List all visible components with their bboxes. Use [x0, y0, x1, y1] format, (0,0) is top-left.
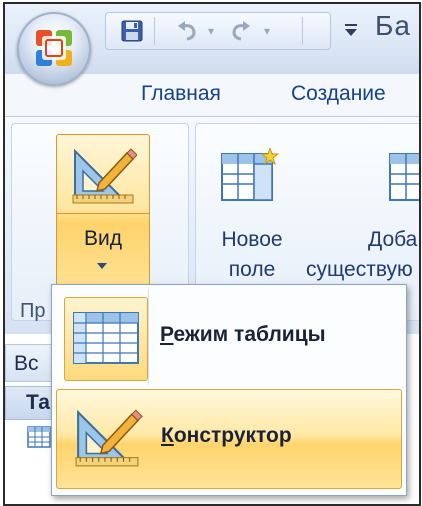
new-field-icon[interactable]	[220, 148, 280, 202]
view-button-label: Вид	[84, 227, 122, 250]
tab-create[interactable]: Создание	[291, 82, 386, 106]
add-existing-fields-label-line2[interactable]: существую	[306, 256, 419, 284]
new-field-label-line2[interactable]: поле	[210, 256, 294, 284]
window-title: Ба	[375, 10, 411, 41]
office-logo-icon	[36, 30, 72, 66]
design-view-icon	[72, 148, 137, 204]
view-dropdown-menu: Режим таблицы Конструктор	[51, 284, 407, 496]
tab-home[interactable]: Главная	[141, 82, 221, 106]
datasheet-view-icon-box	[64, 297, 148, 381]
datasheet-view-label: Режим таблицы	[160, 323, 326, 346]
office-button[interactable]	[17, 12, 91, 86]
add-existing-fields-icon[interactable]	[388, 148, 421, 202]
menu-item-datasheet-view[interactable]: Режим таблицы	[56, 291, 400, 387]
table-icon	[27, 426, 51, 448]
design-view-icon	[75, 409, 143, 467]
access-window: ▾ ▾ Ба Главная Создание Вид Пр Новое пол…	[3, 2, 421, 506]
group-caption-views: Пр	[20, 300, 46, 322]
customize-dropdown-icon[interactable]	[343, 18, 359, 42]
design-view-label: Конструктор	[161, 424, 292, 447]
view-split-button[interactable]: Вид	[56, 134, 150, 296]
undo-icon[interactable]	[174, 19, 200, 43]
view-dropdown-arrow-icon[interactable]	[97, 263, 107, 269]
view-split-divider	[57, 213, 149, 214]
quick-access-toolbar: ▾ ▾	[105, 12, 331, 50]
add-existing-fields-label-line1[interactable]: Доба	[368, 226, 419, 254]
undo-dropdown-icon[interactable]: ▾	[206, 19, 216, 43]
menu-gutter	[148, 289, 149, 385]
redo-icon[interactable]	[228, 19, 254, 43]
save-icon[interactable]	[120, 19, 144, 43]
datasheet-view-icon	[73, 312, 139, 364]
redo-dropdown-icon[interactable]: ▾	[262, 19, 272, 43]
new-field-label-line1[interactable]: Новое	[210, 226, 294, 254]
menu-item-design-view[interactable]: Конструктор	[56, 389, 402, 489]
